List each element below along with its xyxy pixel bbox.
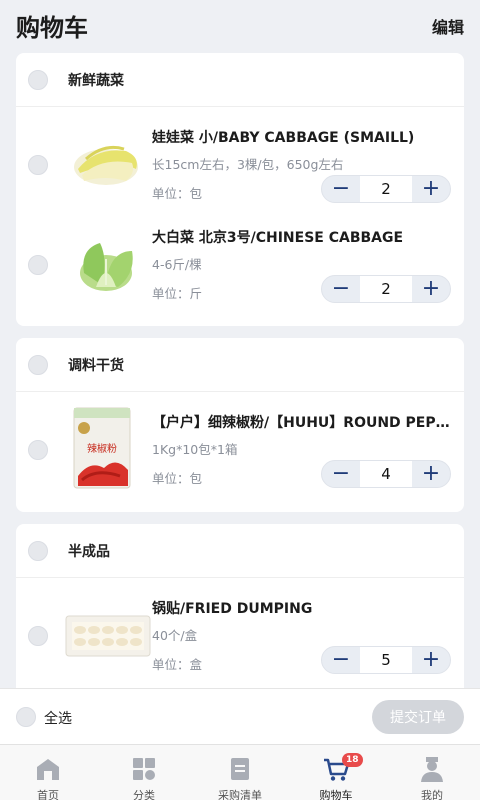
item-name: 娃娃菜 小/BABY CABBAGE (SMAILL) xyxy=(152,130,415,146)
cart-item: 大白菜 北京3号/CHINESE CABBAGE 4-6斤/棵 单位：斤 − 2… xyxy=(16,207,464,307)
quantity-value[interactable]: 2 xyxy=(360,176,412,202)
category-card: 新鲜蔬菜 娃娃菜 小/BABY CABBAGE (SMAILL) 长15cm左右… xyxy=(16,53,464,326)
item-select-radio[interactable] xyxy=(28,440,48,460)
list-icon xyxy=(231,758,249,780)
item-unit: 单位：包 xyxy=(152,471,203,486)
cart-item: 锅贴/FRIED DUMPING 40个/盒 单位：盒 − 5 + xyxy=(16,578,464,678)
decrease-button[interactable]: − xyxy=(322,176,360,202)
decrease-button[interactable]: − xyxy=(322,647,360,673)
quantity-value[interactable]: 4 xyxy=(360,461,412,487)
tab-cart[interactable]: 18 购物车 xyxy=(288,745,384,800)
category-select-radio[interactable] xyxy=(28,355,48,375)
baby-cabbage-image xyxy=(74,145,138,185)
category-name: 半成品 xyxy=(68,544,110,560)
increase-button[interactable]: + xyxy=(412,461,450,487)
package-label: 辣椒粉 xyxy=(87,442,117,455)
item-unit: 单位：包 xyxy=(152,186,203,201)
category-card: 半成品 锅贴/FRIED DUMPING 40个/盒 单位：盒 − 5 + xyxy=(16,524,464,688)
increase-button[interactable]: + xyxy=(412,647,450,673)
category-card: 调料干货 辣椒粉 【户户】细辣椒粉/【HUHU】ROUND PEPPER POW… xyxy=(16,338,464,512)
item-spec: 长15cm左右，3棵/包，650g左右 xyxy=(152,157,344,172)
tab-profile[interactable]: 我的 xyxy=(384,745,480,800)
quantity-stepper: − 5 + xyxy=(321,646,451,674)
select-all-label[interactable]: 全选 xyxy=(44,708,72,728)
decrease-button[interactable]: − xyxy=(322,461,360,487)
tab-purchase-list[interactable]: 采购清单 xyxy=(192,745,288,800)
category-header: 调料干货 xyxy=(16,338,464,392)
chili-powder-package-image: 辣椒粉 xyxy=(73,407,131,489)
quantity-value[interactable]: 5 xyxy=(360,647,412,673)
quantity-stepper: − 2 + xyxy=(321,275,451,303)
category-icon xyxy=(133,758,155,780)
tab-label: 我的 xyxy=(421,789,443,800)
category-select-radio[interactable] xyxy=(28,70,48,90)
cart-item: 辣椒粉 【户户】细辣椒粉/【HUHU】ROUND PEPPER POWDER 1… xyxy=(16,392,464,512)
cart-count-badge: 18 xyxy=(342,753,363,767)
submit-order-button[interactable]: 提交订单 xyxy=(372,700,464,734)
fried-dumpling-image xyxy=(65,615,151,657)
quantity-stepper: − 2 + xyxy=(321,175,451,203)
page-title: 购物车 xyxy=(16,14,88,42)
cart-list[interactable]: 新鲜蔬菜 娃娃菜 小/BABY CABBAGE (SMAILL) 长15cm左右… xyxy=(0,52,480,688)
category-name: 调料干货 xyxy=(68,358,124,374)
category-header: 新鲜蔬菜 xyxy=(16,53,464,107)
increase-button[interactable]: + xyxy=(412,276,450,302)
item-select-radio[interactable] xyxy=(28,626,48,646)
item-name: 【户户】细辣椒粉/【HUHU】ROUND PEPPER POWDER xyxy=(152,415,458,431)
tab-category[interactable]: 分类 xyxy=(96,745,192,800)
item-spec: 4-6斤/棵 xyxy=(152,257,202,272)
cart-footer: 全选 提交订单 xyxy=(0,688,480,744)
quantity-value[interactable]: 2 xyxy=(360,276,412,302)
tab-bar: 首页 分类 采购清单 18 购物车 我的 xyxy=(0,744,480,800)
category-header: 半成品 xyxy=(16,524,464,578)
tab-label: 分类 xyxy=(133,789,155,800)
quantity-stepper: − 4 + xyxy=(321,460,451,488)
chinese-cabbage-image xyxy=(80,243,133,291)
item-select-radio[interactable] xyxy=(28,155,48,175)
tab-home[interactable]: 首页 xyxy=(0,745,96,800)
item-unit: 单位：盒 xyxy=(152,657,203,672)
increase-button[interactable]: + xyxy=(412,176,450,202)
item-spec: 1Kg*10包*1箱 xyxy=(152,442,238,457)
cart-item: 娃娃菜 小/BABY CABBAGE (SMAILL) 长15cm左右，3棵/包… xyxy=(16,107,464,207)
item-name: 大白菜 北京3号/CHINESE CABBAGE xyxy=(152,230,404,246)
decrease-button[interactable]: − xyxy=(322,276,360,302)
home-icon xyxy=(37,759,59,780)
tab-label: 采购清单 xyxy=(218,789,262,800)
item-select-radio[interactable] xyxy=(28,255,48,275)
tab-label: 购物车 xyxy=(319,789,353,800)
item-name: 锅贴/FRIED DUMPING xyxy=(152,601,313,617)
tab-label: 首页 xyxy=(37,789,59,800)
item-spec: 40个/盒 xyxy=(152,628,198,643)
header: 购物车 编辑 xyxy=(0,0,480,52)
category-select-radio[interactable] xyxy=(28,541,48,561)
edit-button[interactable]: 编辑 xyxy=(432,14,464,38)
profile-icon xyxy=(421,757,443,782)
select-all-radio[interactable] xyxy=(16,707,36,727)
category-name: 新鲜蔬菜 xyxy=(68,73,124,89)
item-unit: 单位：斤 xyxy=(152,286,203,301)
